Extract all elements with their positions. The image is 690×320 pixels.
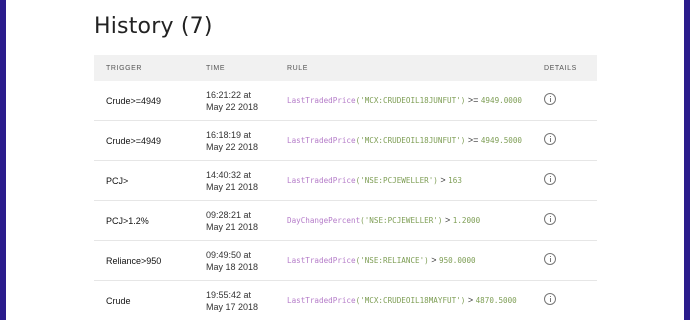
rule-function: LastTradedPrice [287,176,356,185]
rule-operator: > [440,175,446,185]
time-line-1: 09:49:50 at [206,249,252,260]
rule-operator: >= [467,135,479,145]
trigger-name: Reliance>950 [106,255,162,266]
time-line-2: May 21 2018 [206,221,259,232]
rule-value: 1.2000 [452,216,481,225]
history-panel: History (7) TRIGGER TIME RULE DETAILS Cr… [6,0,684,320]
table-row: PCJ> 14:40:32 at May 21 2018 LastTradedP… [94,160,597,201]
rule-function: DayChangePercent [287,216,361,225]
table-row: PCJ>1.2% 09:28:21 at May 21 2018 DayChan… [94,200,597,241]
trigger-name: PCJ>1.2% [106,215,149,226]
history-table: TRIGGER TIME RULE DETAILS Crude>=4949 16… [94,55,597,320]
rule-function: LastTradedPrice [287,256,356,265]
table-row: Crude>=4949 16:21:22 at May 22 2018 Last… [94,81,597,121]
info-circle-icon[interactable] [544,293,556,305]
rule-argument: ('NSE:PCJEWELLER') [360,216,443,225]
time-line-1: 14:40:32 at [206,169,252,180]
time-line-1: 19:55:42 at [206,289,252,300]
table-header-row: TRIGGER TIME RULE DETAILS [94,55,597,81]
column-header-rule: RULE [287,64,309,72]
rule-argument: ('MCX:CRUDEOIL18MAYFUT') [355,296,466,305]
rule-argument: ('MCX:CRUDEOIL18JUNFUT') [355,96,466,105]
time-line-1: 16:18:19 at [206,129,252,140]
time-line-2: May 21 2018 [206,181,259,192]
trigger-name: Crude>=4949 [106,95,162,106]
column-header-time: TIME [206,64,226,72]
rule-value: 950.0000 [439,256,476,265]
info-circle-icon[interactable] [544,93,556,105]
rule-function: LastTradedPrice [287,136,356,145]
info-circle-icon[interactable] [544,253,556,265]
info-circle-icon[interactable] [544,213,556,225]
rule-value: 4949.5000 [480,136,523,145]
column-header-details: DETAILS [544,64,577,72]
time-line-1: 16:21:22 at [206,89,252,100]
rule-argument: ('MCX:CRUDEOIL18JUNFUT') [355,136,466,145]
rule-function: LastTradedPrice [287,96,356,105]
table-row: Crude 19:55:42 at May 17 2018 LastTraded… [94,280,597,320]
table-row: Reliance>950 09:49:50 at May 18 2018 Las… [94,240,597,281]
rule-operator: >= [467,95,479,105]
time-line-1: 09:28:21 at [206,209,252,220]
rule-argument: ('NSE:PCJEWELLER') [355,176,438,185]
time-line-2: May 22 2018 [206,141,259,152]
table-row: Crude>=4949 16:18:19 at May 22 2018 Last… [94,120,597,161]
trigger-name: PCJ> [106,175,129,186]
column-header-trigger: TRIGGER [106,64,143,72]
page-title: History (7) [94,14,213,39]
rule-function: LastTradedPrice [287,296,356,305]
rule-argument: ('NSE:RELIANCE') [355,256,429,265]
rule-value: 163 [448,176,462,185]
rule-value: 4870.5000 [475,296,517,305]
rule-operator: > [467,295,474,305]
time-line-2: May 18 2018 [206,261,259,272]
time-line-2: May 17 2018 [206,301,259,312]
time-line-2: May 22 2018 [206,101,259,112]
rule-value: 4949.0000 [480,96,523,105]
rule-operator: > [431,255,437,265]
rule-operator: > [444,215,451,225]
info-circle-icon[interactable] [544,133,556,145]
trigger-name: Crude>=4949 [106,135,162,146]
trigger-name: Crude [106,295,131,306]
info-circle-icon[interactable] [544,173,556,185]
